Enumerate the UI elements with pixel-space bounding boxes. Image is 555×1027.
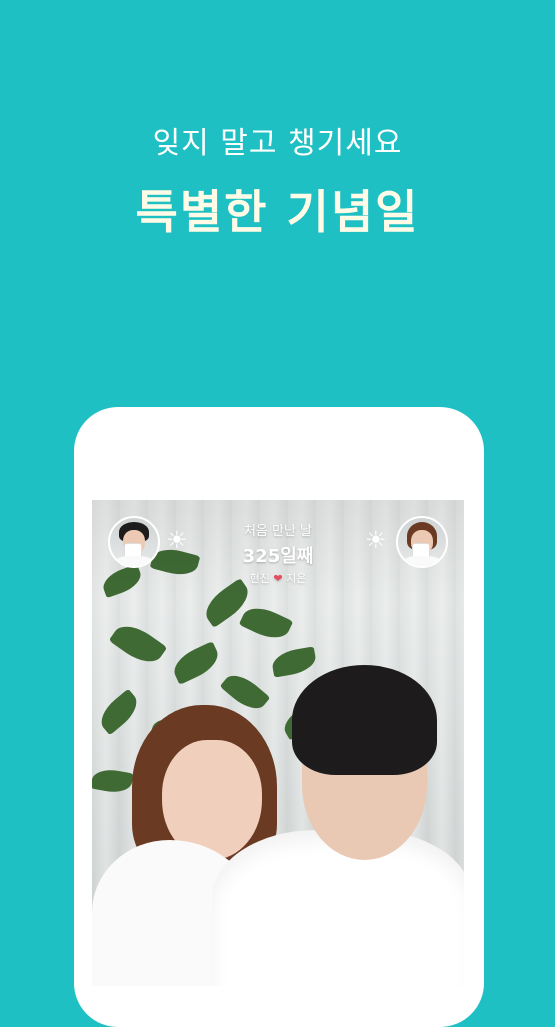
couple-names: 현진 ❤ 지은 xyxy=(92,570,464,586)
anniversary-label: 처음 만난 날 xyxy=(243,524,313,539)
name-right: 지은 xyxy=(286,572,307,585)
man-hair xyxy=(292,665,437,775)
heart-icon: ❤ xyxy=(273,572,283,585)
promo-title: 특별한 기념일 xyxy=(135,185,420,239)
anniversary-days: 325일째 xyxy=(242,546,314,567)
promo-subtitle: 잊지 말고 챙기세요 xyxy=(152,126,403,161)
name-left: 현진 xyxy=(249,572,270,585)
app-screen: ☀ ☀ 처음 만난 날 325일째 현진 ❤ 지은 xyxy=(92,500,464,986)
